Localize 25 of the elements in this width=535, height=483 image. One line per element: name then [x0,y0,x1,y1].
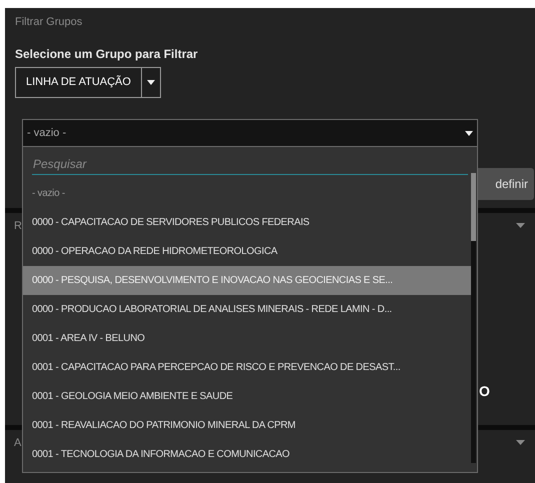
dropdown-option[interactable]: 0000 - PESQUISA, DESENVOLVIMENTO E INOVACAO NAS GEOCIENCIAS E SE... [23,266,473,295]
caret-down-icon [516,223,525,228]
dropdown-option[interactable]: 0001 - TECNOLOGIA DA INFORMACAO E COMUNICACAO [23,440,473,469]
section-title: A [14,436,22,451]
scrollbar-thumb[interactable] [471,173,476,241]
section-title: R [14,219,22,234]
panel-title: Filtrar Grupos [15,15,82,30]
dropdown-option[interactable]: 0001 - CAPACITACAO PARA PERCEPCAO DE RISCO E PREVENCAO DE DESAST... [23,353,473,382]
dropdown-option[interactable]: 0001 - REAVALIACAO DO PATRIMONIO MINERAL DA CPRM [23,411,473,440]
caret-down-icon [146,80,155,84]
dropdown-option[interactable]: 0000 - OPERACAO DA REDE HIDROMETEOROLOGICA [23,237,473,266]
search-field[interactable]: Pesquisar [32,154,468,174]
dropdown-option[interactable]: 0001 - GEOLOGIA MEIO AMBIENTE E SAUDE [23,382,473,411]
group-dropdown-button[interactable] [142,66,161,98]
caret-down-icon [516,440,525,445]
dropdown-option[interactable]: 0001 - AREA IV - BELUNO [23,324,473,353]
caret-down-icon [465,130,473,136]
dropdown-option[interactable]: - vazio - [23,179,473,208]
dropdown-option[interactable]: 0000 - PRODUCAO LABORATORIAL DE ANALISES MINERAIS - REDE LAMIN - D... [23,295,473,324]
filter-label: Selecione um Grupo para Filtrar [15,46,199,62]
group-button[interactable]: LINHA DE ATUAÇÃO [15,66,142,98]
section-text: O [479,382,490,401]
dropdown-option[interactable]: 0000 - CAPACITACAO DE SERVIDORES PUBLICOS FEDERAIS [23,208,473,237]
select-value: - vazio - [27,126,66,141]
select-field[interactable]: - vazio - [22,119,478,147]
